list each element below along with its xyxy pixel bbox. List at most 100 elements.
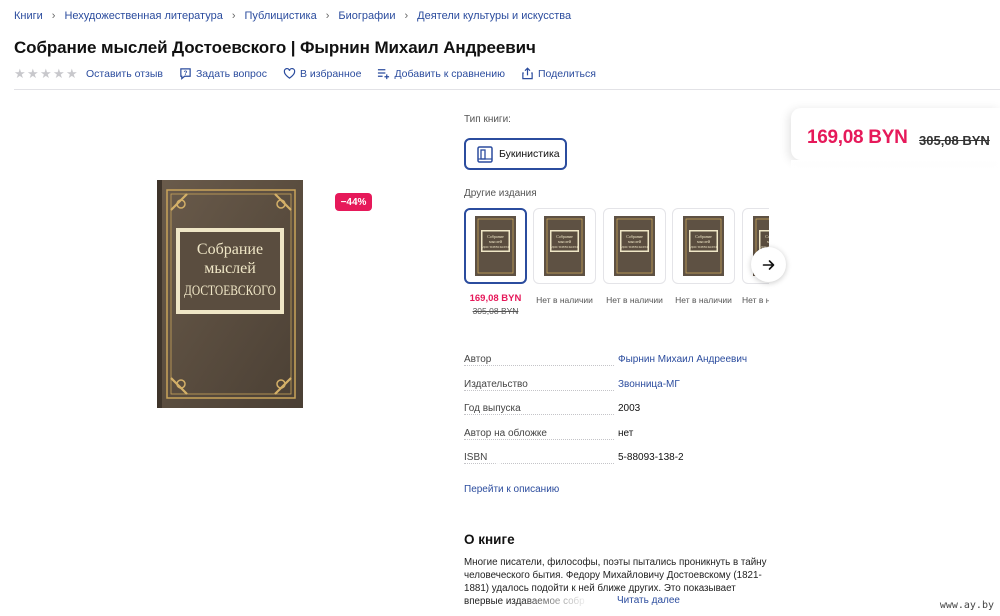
svg-text:ДОСТОЕВСКОГО: ДОСТОЕВСКОГО — [690, 245, 717, 249]
edition-card[interactable]: Собрание мыслей ДОСТОЕВСКОГО 169,08 BYN 30… — [464, 208, 527, 316]
svg-text:ДОСТОЕВСКОГО: ДОСТОЕВСКОГО — [621, 245, 648, 249]
breadcrumb-item-biographies[interactable]: Биографии — [338, 10, 395, 22]
spec-key: Издательство — [464, 378, 531, 390]
edition-status: Нет в наличии — [536, 295, 593, 305]
svg-text:ДОСТОЕВСКОГО: ДОСТОЕВСКОГО — [551, 245, 578, 249]
spec-key: Автор на обложке — [464, 427, 550, 439]
add-to-compare-button[interactable]: Добавить к сравнению — [377, 67, 505, 80]
other-editions-label: Другие издания — [464, 188, 537, 199]
price-card: 169,08 BYN 305,08 BYN — [791, 108, 1000, 160]
svg-text:мыслей: мыслей — [767, 239, 769, 244]
dotted-leader — [464, 365, 614, 366]
svg-text:ДОСТОЕВСКОГО: ДОСТОЕВСКОГО — [482, 245, 509, 249]
spec-key: Автор — [464, 354, 495, 365]
discount-badge: −44% — [335, 193, 372, 211]
rating-stars[interactable]: ★ ★ ★ ★ ★ — [14, 65, 78, 81]
old-price: 305,08 BYN — [919, 133, 990, 148]
spec-row-cover-author: Автор на обложке нет — [464, 427, 764, 453]
spec-key-text: Автор на обложке — [464, 427, 550, 439]
breadcrumb-item-books[interactable]: Книги — [14, 10, 43, 22]
edition-card[interactable]: СобраниемыслейДОСТОЕВСКОГО Нет в наличии — [533, 208, 596, 305]
specs-table: Автор Фырнин Михаил Андреевич Издательст… — [464, 354, 764, 477]
compare-list-icon — [377, 67, 390, 80]
spec-row-publisher: Издательство Звонница-МГ — [464, 378, 764, 404]
isbn-value: 5-88093-138-2 — [618, 452, 684, 463]
spec-key-text: Год выпуска — [464, 403, 524, 414]
breadcrumb: Книги › Нехудожественная литература › Пу… — [14, 10, 571, 22]
spec-row-author: Автор Фырнин Михаил Андреевич — [464, 354, 764, 379]
goto-description-link[interactable]: Перейти к описанию — [464, 484, 559, 495]
edition-thumb: СобраниемыслейДОСТОЕВСКОГО — [533, 208, 596, 284]
chevron-right-icon: › — [231, 10, 236, 22]
star-icon: ★ — [40, 65, 52, 81]
book-type-option-label: Букинистика — [499, 148, 560, 160]
star-icon: ★ — [53, 65, 65, 81]
edition-thumb: СобраниемыслейДОСТОЕВСКОГО — [672, 208, 735, 284]
chevron-right-icon: › — [325, 10, 330, 22]
price-card-fade — [791, 160, 1000, 220]
breadcrumb-item-nonfiction[interactable]: Нехудожественная литература — [64, 10, 222, 22]
edition-card[interactable]: СобраниемыслейДОСТОЕВСКОГО Нет в наличии — [603, 208, 666, 305]
star-icon: ★ — [66, 65, 78, 81]
cover-line-1: Собрание — [197, 241, 263, 258]
leave-review-label: Оставить отзыв — [86, 67, 163, 80]
star-icon: ★ — [27, 65, 39, 81]
svg-text:?: ? — [184, 71, 188, 77]
edition-status: Нет в наличии — [742, 295, 769, 305]
book-icon — [477, 145, 493, 163]
editions-carousel: Собрание мыслей ДОСТОЕВСКОГО 169,08 BYN 30… — [464, 208, 769, 323]
spec-key: Год выпуска — [464, 403, 524, 414]
share-label: Поделиться — [537, 67, 596, 80]
ask-question-label: Задать вопрос — [195, 67, 267, 80]
dotted-leader — [464, 414, 614, 415]
ask-question-button[interactable]: ? Задать вопрос — [179, 67, 267, 80]
arrow-right-icon — [762, 259, 774, 270]
publisher-link[interactable]: Звонница-МГ — [618, 379, 680, 390]
spec-row-year: Год выпуска 2003 — [464, 403, 764, 428]
chevron-right-icon: › — [51, 10, 56, 22]
spec-row-isbn: ISBN i 5-88093-138-2 — [464, 452, 764, 477]
compare-label: Добавить к сравнению — [394, 67, 505, 80]
spec-key-text: Издательство — [464, 378, 531, 390]
edition-status: Нет в наличии — [606, 295, 663, 305]
spec-key: ISBN i — [464, 452, 508, 464]
svg-text:мыслей: мыслей — [558, 239, 572, 244]
edition-thumb: СобраниемыслейДОСТОЕВСКОГО — [603, 208, 666, 284]
add-to-favorites-button[interactable]: В избранное — [283, 67, 361, 80]
read-more-link[interactable]: Читать далее — [616, 595, 680, 606]
breadcrumb-item-culture-figures[interactable]: Деятели культуры и искусства — [417, 10, 571, 22]
book-type-label: Тип книги: — [464, 114, 511, 125]
current-price: 169,08 BYN — [807, 127, 908, 148]
book-type-option-antiquarian[interactable]: Букинистика — [464, 138, 567, 170]
question-bubble-icon: ? — [179, 67, 192, 80]
svg-text:мыслей: мыслей — [697, 239, 711, 244]
edition-status: Нет в наличии — [675, 295, 732, 305]
about-heading: О книге — [464, 532, 515, 547]
edition-card[interactable]: СобраниемыслейДОСТОЕВСКОГО Нет в наличии — [672, 208, 735, 305]
header-divider — [14, 89, 1000, 90]
year-value: 2003 — [618, 403, 641, 414]
favorites-label: В избранное — [299, 67, 362, 80]
breadcrumb-item-publicism[interactable]: Публицистика — [245, 10, 317, 22]
leave-review-link[interactable]: Оставить отзыв — [86, 68, 163, 80]
product-actions: ★ ★ ★ ★ ★ Оставить отзыв ? Задать вопрос… — [14, 67, 612, 80]
svg-text:мыслей: мыслей — [489, 239, 503, 244]
chevron-right-icon: › — [404, 10, 409, 22]
book-cover-image[interactable]: Собрание мыслей ДОСТОЕВСКОГО — [157, 180, 303, 408]
svg-text:мыслей: мыслей — [628, 239, 642, 244]
info-icon[interactable]: i — [493, 453, 505, 464]
cover-line-3: ДОСТОЕВСКОГО — [184, 283, 276, 299]
share-icon — [521, 67, 534, 80]
spec-key-text: ISBN — [464, 452, 491, 463]
author-link[interactable]: Фырнин Михаил Андреевич — [618, 354, 747, 365]
cover-author-value: нет — [618, 427, 634, 439]
edition-price: 169,08 BYN — [469, 293, 522, 304]
cover-line-2: мыслей — [204, 260, 256, 277]
edition-thumb: СобраниемыслейДОСТОЕВСКОГО — [464, 208, 527, 284]
editions-next-button[interactable] — [751, 247, 786, 282]
share-button[interactable]: Поделиться — [521, 67, 596, 80]
edition-old-price: 305,08 BYN — [472, 306, 519, 316]
spec-key-text: Автор — [464, 354, 495, 365]
watermark: www.ay.by — [939, 600, 994, 611]
star-icon: ★ — [14, 65, 26, 81]
